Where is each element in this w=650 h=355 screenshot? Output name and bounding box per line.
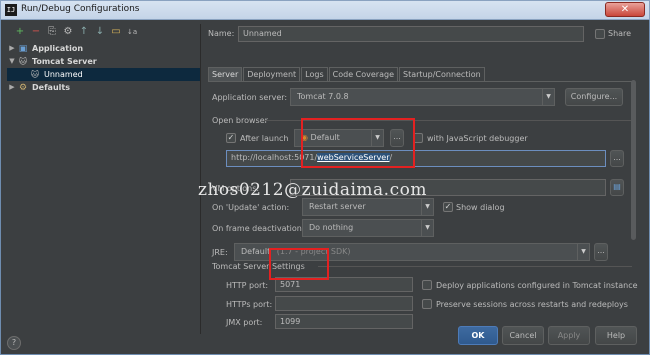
app-server-label: Application server: <box>212 93 288 102</box>
js-debugger-label: with JavaScript debugger <box>427 134 528 143</box>
https-port-label: HTTPs port: <box>226 300 273 309</box>
chevron-down-icon: ▼ <box>421 220 433 236</box>
startup-url-input[interactable]: http://localhost:5071/webServiceServer/ <box>226 150 606 167</box>
show-dialog-label: Show dialog <box>456 203 505 212</box>
after-launch-label: After launch <box>240 134 289 143</box>
update-action-label: On 'Update' action: <box>212 203 290 212</box>
share-checkbox[interactable] <box>595 29 605 39</box>
share-label: Share <box>608 29 632 38</box>
move-up-icon[interactable]: ↑ <box>79 26 89 38</box>
add-icon[interactable]: + <box>15 26 25 38</box>
app-server-select[interactable]: Tomcat 7.0.8 ▼ <box>290 88 555 106</box>
update-action-select[interactable]: Restart server ▼ <box>302 198 434 216</box>
frame-deactivation-label: On frame deactivation: <box>212 224 305 233</box>
tab-code-coverage[interactable]: Code Coverage <box>328 67 398 81</box>
folder-icon[interactable]: ▭ <box>111 26 121 38</box>
tree-item-tomcat-server[interactable]: ▼ 🐱 Tomcat Server <box>7 55 200 68</box>
tree-item-defaults[interactable]: ▶ ⚙ Defaults <box>7 81 200 94</box>
frame-deactivation-value: Do nothing <box>309 223 354 232</box>
chevron-down-icon: ▼ <box>577 244 589 260</box>
after-launch-checkbox[interactable]: ✓ <box>226 133 236 143</box>
show-dialog-checkbox[interactable]: ✓ <box>443 202 453 212</box>
window-titlebar: IJ Run/Debug Configurations ✕ <box>0 0 650 20</box>
frame-deactivation-select[interactable]: Do nothing ▼ <box>302 219 434 237</box>
http-port-label: HTTP port: <box>226 281 269 290</box>
name-input[interactable]: Unnamed <box>238 26 584 42</box>
chevron-down-icon: ▼ <box>542 89 554 105</box>
jre-value: Default <box>241 247 271 256</box>
tab-startup-connection[interactable]: Startup/Connection <box>399 67 485 81</box>
jmx-port-label: JMX port: <box>226 318 263 327</box>
window-title: Run/Debug Configurations <box>21 4 140 14</box>
form-scrollbar[interactable] <box>631 80 636 240</box>
intellij-app-icon: IJ <box>5 4 17 16</box>
app-server-value: Tomcat 7.0.8 <box>297 92 349 101</box>
deploy-apps-checkbox[interactable] <box>422 280 432 290</box>
configurations-panel: + − ⎘ ⚙ ↑ ↓ ▭ ↓a ▶ ▣ Application ▼ 🐱 Tom… <box>7 24 201 334</box>
copy-icon[interactable]: ⎘ <box>47 26 57 38</box>
preserve-sessions-label: Preserve sessions across restarts and re… <box>436 300 628 309</box>
cancel-button[interactable]: Cancel <box>502 326 544 345</box>
url-highlight-box <box>301 118 415 168</box>
chevron-down-icon: ▼ <box>421 199 433 215</box>
move-down-icon[interactable]: ↓ <box>95 26 105 38</box>
sort-icon[interactable]: ↓a <box>127 26 137 38</box>
watermark-text: zhos0212@zuidaima.com <box>198 180 427 200</box>
url-more-button[interactable]: ... <box>610 150 624 167</box>
question-icon[interactable]: ? <box>7 336 21 350</box>
tree-toolbar: + − ⎘ ⚙ ↑ ↓ ▭ ↓a <box>7 24 200 40</box>
config-tabs: Server Deployment Logs Code Coverage Sta… <box>208 67 486 81</box>
jre-more-button[interactable]: ... <box>594 243 608 261</box>
http-port-highlight-box <box>269 248 329 280</box>
configure-button[interactable]: Configure... <box>565 88 623 106</box>
name-label: Name: <box>208 29 235 38</box>
tomcat-icon: 🐱 <box>18 56 28 66</box>
configuration-tree: ▶ ▣ Application ▼ 🐱 Tomcat Server 🐱 Unna… <box>7 42 200 94</box>
deploy-apps-label: Deploy applications configured in Tomcat… <box>436 281 638 290</box>
tomcat-settings-divider <box>318 266 632 267</box>
settings-icon[interactable]: ⚙ <box>63 26 73 38</box>
tree-item-application[interactable]: ▶ ▣ Application <box>7 42 200 55</box>
https-port-input[interactable] <box>275 296 413 311</box>
remove-icon[interactable]: − <box>31 26 41 38</box>
help-button[interactable]: Help <box>595 326 637 345</box>
collapse-arrow-icon[interactable]: ▼ <box>7 55 17 68</box>
tree-item-label: Application <box>32 44 84 53</box>
preserve-sessions-checkbox[interactable] <box>422 299 432 309</box>
expand-field-icon[interactable]: ▤ <box>610 179 624 196</box>
defaults-icon: ⚙ <box>18 82 28 93</box>
tab-logs[interactable]: Logs <box>301 67 328 81</box>
tab-deployment[interactable]: Deployment <box>243 67 301 81</box>
application-icon: ▣ <box>18 43 28 54</box>
tree-item-label: Defaults <box>32 83 70 92</box>
tab-server[interactable]: Server <box>208 67 243 81</box>
tree-item-label: Tomcat Server <box>32 57 97 66</box>
update-action-value: Restart server <box>309 202 366 211</box>
window-close-button[interactable]: ✕ <box>605 2 645 17</box>
tree-item-label: Unnamed <box>44 70 83 79</box>
jmx-port-input[interactable]: 1099 <box>275 314 413 329</box>
jre-label: JRE: <box>212 248 228 257</box>
tomcat-icon: 🐱 <box>30 69 40 79</box>
ok-button[interactable]: OK <box>458 326 498 345</box>
tab-underline <box>208 81 633 82</box>
apply-button[interactable]: Apply <box>548 326 590 345</box>
expand-arrow-icon[interactable]: ▶ <box>7 42 17 55</box>
expand-arrow-icon[interactable]: ▶ <box>7 81 17 94</box>
dialog-body: + − ⎘ ⚙ ↑ ↓ ▭ ↓a ▶ ▣ Application ▼ 🐱 Tom… <box>0 20 650 355</box>
tree-item-unnamed[interactable]: 🐱 Unnamed <box>7 68 200 81</box>
open-browser-label: Open browser <box>212 116 268 125</box>
